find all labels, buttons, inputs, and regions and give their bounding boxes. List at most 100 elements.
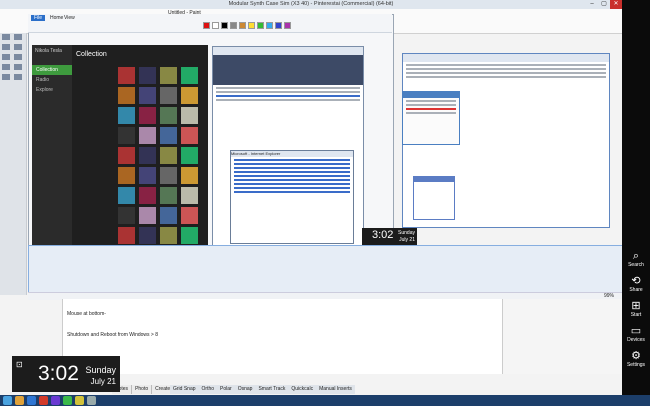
paint-home-tab[interactable]: Home xyxy=(50,15,63,21)
album-cover[interactable] xyxy=(118,167,135,184)
app-icon[interactable] xyxy=(87,396,96,405)
charm-settings[interactable]: ⚙ Settings xyxy=(622,350,650,368)
album-cover[interactable] xyxy=(160,107,177,124)
album-cover[interactable] xyxy=(181,127,198,144)
album-cover[interactable] xyxy=(160,87,177,104)
doc-paragraph-1: Mouse at bottom- xyxy=(67,311,106,317)
album-cover[interactable] xyxy=(139,167,156,184)
snap-tab[interactable]: Smart Track xyxy=(255,385,289,394)
album-cover[interactable] xyxy=(139,207,156,224)
browser-window-2[interactable]: Microsoft - Internet Explorer xyxy=(230,150,354,244)
album-cover[interactable] xyxy=(160,67,177,84)
album-cover[interactable] xyxy=(139,87,156,104)
album-cover[interactable] xyxy=(181,227,198,244)
nav-collection[interactable]: Collection xyxy=(32,65,72,75)
clock-date: July 21 xyxy=(90,377,116,386)
snap-tab[interactable]: Quickcalc xyxy=(288,385,317,394)
album-cover[interactable] xyxy=(139,147,156,164)
album-cover[interactable] xyxy=(139,127,156,144)
color-swatch[interactable] xyxy=(284,22,291,29)
album-cover[interactable] xyxy=(160,167,177,184)
app-icon[interactable] xyxy=(27,396,36,405)
paint-file-tab[interactable]: File xyxy=(31,15,46,21)
paint-view-tab[interactable]: View xyxy=(64,15,75,21)
tool-icon[interactable] xyxy=(2,34,10,40)
ie-icon[interactable] xyxy=(3,396,12,405)
tool-icon[interactable] xyxy=(14,34,22,40)
album-cover[interactable] xyxy=(181,167,198,184)
app-icon[interactable] xyxy=(51,396,60,405)
charm-search[interactable]: ⌕ Search xyxy=(622,250,650,268)
color-swatch[interactable] xyxy=(221,22,228,29)
album-cover[interactable] xyxy=(181,207,198,224)
tool-icon[interactable] xyxy=(14,74,22,80)
tool-icon[interactable] xyxy=(14,54,22,60)
album-cover[interactable] xyxy=(160,147,177,164)
tool-icon[interactable] xyxy=(2,44,10,50)
album-cover[interactable] xyxy=(160,127,177,144)
color-swatch[interactable] xyxy=(212,22,219,29)
tool-icon[interactable] xyxy=(2,64,10,70)
album-cover[interactable] xyxy=(181,107,198,124)
close-button[interactable]: ✕ xyxy=(610,0,622,9)
album-cover[interactable] xyxy=(139,187,156,204)
album-cover[interactable] xyxy=(181,147,198,164)
album-cover[interactable] xyxy=(160,227,177,244)
snap-tab[interactable]: Osnap xyxy=(234,385,256,394)
album-cover[interactable] xyxy=(118,127,135,144)
snap-tab[interactable]: Polar xyxy=(217,385,235,394)
doc-paragraph-2: Shutdown and Reboot from Windows > 8 xyxy=(67,332,159,338)
album-cover[interactable] xyxy=(139,107,156,124)
color-swatch[interactable] xyxy=(248,22,255,29)
clock-time: 3:02 xyxy=(38,362,79,385)
color-swatch[interactable] xyxy=(275,22,282,29)
minimize-button[interactable]: – xyxy=(586,0,598,9)
album-cover[interactable] xyxy=(118,187,135,204)
charm-share[interactable]: ⟲ Share xyxy=(622,275,650,293)
album-cover[interactable] xyxy=(181,187,198,204)
app-icon[interactable] xyxy=(75,396,84,405)
app-icon[interactable] xyxy=(39,396,48,405)
charm-devices[interactable]: ▭ Devices xyxy=(622,325,650,343)
folder-icon[interactable] xyxy=(15,396,24,405)
nav-radio[interactable]: Radio xyxy=(32,75,72,85)
album-cover[interactable] xyxy=(139,227,156,244)
devices-icon: ▭ xyxy=(630,325,642,337)
notification-icon: ⊡ xyxy=(16,360,23,369)
color-palette[interactable] xyxy=(202,22,292,31)
snap-tab[interactable]: Manual Inserts xyxy=(316,385,355,394)
app-icon[interactable] xyxy=(63,396,72,405)
album-cover[interactable] xyxy=(118,207,135,224)
browser-label: Microsoft - Internet Explorer xyxy=(231,151,353,157)
album-cover[interactable] xyxy=(118,147,135,164)
snap-tab[interactable]: Ortho xyxy=(198,385,218,394)
color-swatch[interactable] xyxy=(239,22,246,29)
thumbnail-window[interactable] xyxy=(413,176,455,220)
maximize-button[interactable]: ▢ xyxy=(598,0,610,9)
color-swatch[interactable] xyxy=(203,22,210,29)
color-swatch[interactable] xyxy=(230,22,237,29)
album-cover[interactable] xyxy=(118,87,135,104)
album-cover[interactable] xyxy=(181,87,198,104)
tab-photo[interactable]: Photo xyxy=(132,385,153,394)
album-cover[interactable] xyxy=(139,67,156,84)
color-swatch[interactable] xyxy=(266,22,273,29)
charms-bar: ⌕ Search ⟲ Share ⊞ Start ▭ Devices ⚙ Set… xyxy=(622,0,650,406)
album-cover[interactable] xyxy=(160,187,177,204)
album-cover[interactable] xyxy=(118,107,135,124)
tool-icon[interactable] xyxy=(14,44,22,50)
album-cover[interactable] xyxy=(160,207,177,224)
snap-tab[interactable]: Grid Snap xyxy=(170,385,199,394)
album-cover[interactable] xyxy=(118,67,135,84)
charm-start[interactable]: ⊞ Start xyxy=(622,300,650,318)
color-swatch[interactable] xyxy=(257,22,264,29)
tool-icon[interactable] xyxy=(2,74,10,80)
dialog-window[interactable] xyxy=(402,91,460,145)
tool-icon[interactable] xyxy=(14,64,22,70)
album-cover[interactable] xyxy=(181,67,198,84)
clock-overlay-large: ⊡ 3:02 Sunday July 21 xyxy=(12,356,120,392)
tool-icon[interactable] xyxy=(2,54,10,60)
music-app-window: Nikola Tesla Collection Radio Explore Co… xyxy=(32,45,208,247)
nav-explore[interactable]: Explore xyxy=(32,85,72,95)
album-cover[interactable] xyxy=(118,227,135,244)
